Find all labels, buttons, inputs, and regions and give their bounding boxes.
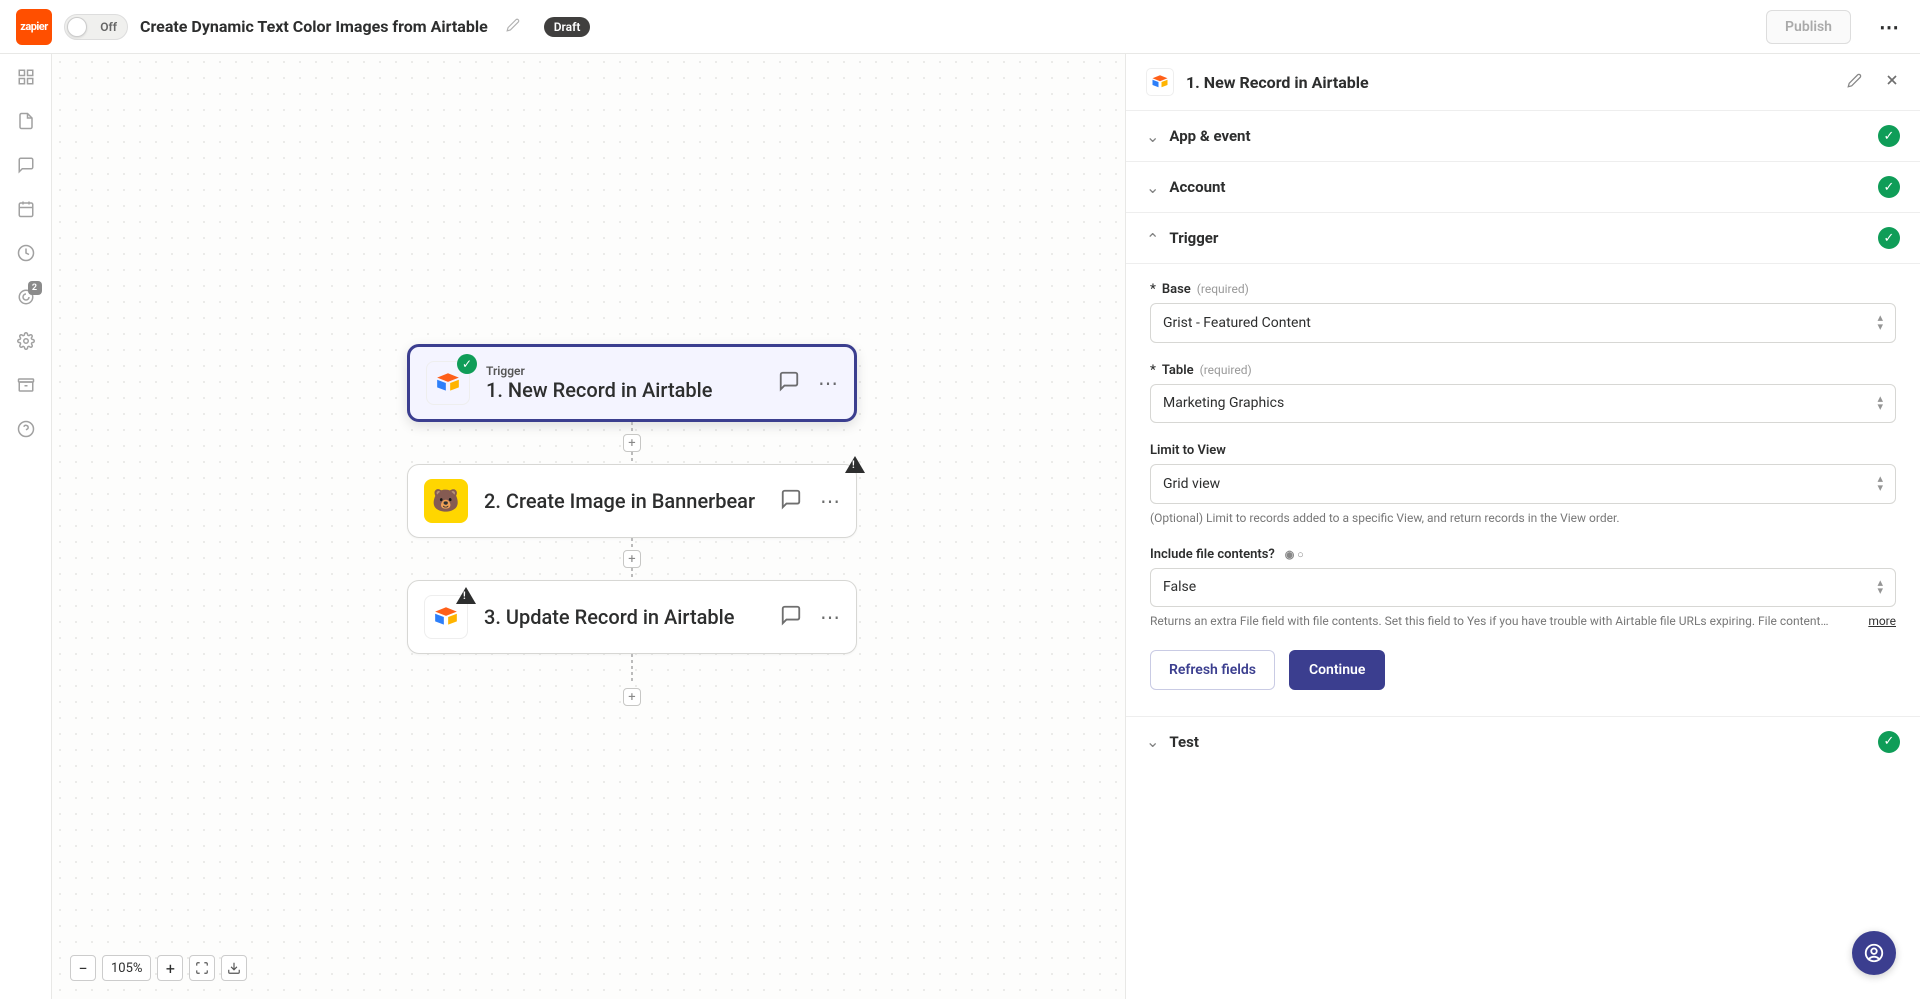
add-step-button[interactable]: + (623, 550, 641, 568)
field-hint: Returns an extra File field with file co… (1150, 613, 1896, 630)
table-dropdown[interactable]: Marketing Graphics ▴▾ (1150, 384, 1896, 424)
help-icon[interactable] (15, 418, 37, 440)
check-icon: ✓ (1878, 731, 1900, 753)
base-dropdown[interactable]: Grist - Featured Content ▴▾ (1150, 303, 1896, 343)
field-limit-view: Limit to View Grid view ▴▾ (Optional) Li… (1150, 443, 1896, 526)
archive-icon[interactable] (15, 374, 37, 396)
node-title: 1. New Record in Airtable (486, 378, 762, 403)
field-type-radios[interactable]: ◉ ○ (1285, 548, 1304, 561)
flow-node-action-1[interactable]: 🐻 2. Create Image in Bannerbear ⋯ (407, 464, 857, 538)
connector: + (631, 422, 633, 464)
flow-node-action-2[interactable]: 3. Update Record in Airtable ⋯ (407, 580, 857, 654)
close-panel-icon[interactable] (1884, 72, 1900, 92)
more-link[interactable]: more (1868, 613, 1896, 630)
flow-container: ✓ Trigger 1. New Record in Airtable ⋯ + … (407, 344, 857, 706)
grid-icon[interactable] (15, 66, 37, 88)
enable-toggle[interactable]: Off (64, 14, 128, 40)
airtable-icon (424, 595, 468, 639)
limit-view-dropdown[interactable]: Grid view ▴▾ (1150, 464, 1896, 504)
zoom-controls: − 105% + (70, 955, 247, 981)
field-hint: (Optional) Limit to records added to a s… (1150, 510, 1896, 527)
section-app-event[interactable]: ⌄ App & event ✓ (1126, 111, 1920, 162)
comment-icon[interactable] (15, 154, 37, 176)
flow-node-trigger[interactable]: ✓ Trigger 1. New Record in Airtable ⋯ (407, 344, 857, 422)
connector-tail (631, 654, 633, 682)
panel-header: 1. New Record in Airtable (1126, 54, 1920, 111)
zoom-in-button[interactable]: + (157, 955, 183, 981)
status-warn-icon (456, 587, 476, 604)
config-panel: 1. New Record in Airtable ⌄ App & event … (1125, 54, 1920, 999)
node-comment-icon[interactable] (780, 488, 802, 515)
add-step-button[interactable]: + (623, 434, 641, 452)
chevron-down-icon: ⌄ (1146, 732, 1159, 751)
clock-icon[interactable] (15, 242, 37, 264)
field-table: *Table(required) Marketing Graphics ▴▾ (1150, 363, 1896, 424)
fit-screen-button[interactable] (189, 955, 215, 981)
more-menu-icon[interactable]: ⋯ (1875, 11, 1904, 43)
calendar-icon[interactable] (15, 198, 37, 220)
node-more-icon[interactable]: ⋯ (820, 605, 840, 629)
airtable-icon (1146, 68, 1174, 96)
node-kicker: Trigger (486, 364, 762, 378)
toggle-knob (67, 17, 87, 37)
top-bar: zapier Off Create Dynamic Text Color Ima… (0, 0, 1920, 54)
panel-title: 1. New Record in Airtable (1186, 73, 1825, 92)
caret-icon: ▴▾ (1877, 475, 1883, 493)
trigger-section-body: *Base(required) Grist - Featured Content… (1126, 264, 1920, 717)
zapier-logo[interactable]: zapier (16, 9, 52, 45)
check-icon: ✓ (1878, 125, 1900, 147)
airtable-icon: ✓ (426, 361, 470, 405)
caret-icon: ▴▾ (1877, 395, 1883, 413)
chevron-down-icon: ⌄ (1146, 178, 1159, 197)
versions-icon[interactable]: 2 (15, 286, 37, 308)
toggle-label: Off (100, 20, 117, 34)
field-file-contents: Include file contents?◉ ○ False ▴▾ Retur… (1150, 547, 1896, 630)
zoom-out-button[interactable]: − (70, 955, 96, 981)
check-icon: ✓ (1878, 176, 1900, 198)
rename-step-icon[interactable] (1847, 73, 1862, 92)
node-title: 2. Create Image in Bannerbear (484, 489, 764, 514)
continue-button[interactable]: Continue (1289, 650, 1385, 690)
node-comment-icon[interactable] (780, 604, 802, 631)
node-title: 3. Update Record in Airtable (484, 605, 764, 630)
connector: + (631, 538, 633, 580)
status-warn-icon (845, 456, 865, 473)
help-fab[interactable] (1852, 931, 1896, 975)
caret-icon: ▴▾ (1877, 314, 1883, 332)
check-icon: ✓ (1878, 227, 1900, 249)
node-comment-icon[interactable] (778, 370, 800, 397)
document-icon[interactable] (15, 110, 37, 132)
edit-title-icon[interactable] (506, 17, 520, 36)
section-account[interactable]: ⌄ Account ✓ (1126, 162, 1920, 213)
settings-icon[interactable] (15, 330, 37, 352)
caret-icon: ▴▾ (1877, 579, 1883, 597)
add-step-button[interactable]: + (623, 688, 641, 706)
status-check-icon: ✓ (457, 354, 477, 374)
publish-button[interactable]: Publish (1766, 10, 1851, 44)
refresh-fields-button[interactable]: Refresh fields (1150, 650, 1275, 690)
chevron-up-icon: ⌄ (1146, 229, 1159, 248)
file-contents-dropdown[interactable]: False ▴▾ (1150, 568, 1896, 608)
section-test[interactable]: ⌄ Test ✓ (1126, 717, 1920, 767)
zoom-value[interactable]: 105% (102, 955, 151, 981)
left-rail: 2 (0, 54, 52, 999)
bannerbear-icon: 🐻 (424, 479, 468, 523)
download-button[interactable] (221, 955, 247, 981)
section-trigger[interactable]: ⌄ Trigger ✓ (1126, 213, 1920, 264)
node-more-icon[interactable]: ⋯ (820, 489, 840, 513)
status-badge: Draft (544, 17, 591, 37)
zap-title: Create Dynamic Text Color Images from Ai… (140, 17, 488, 36)
canvas[interactable]: ✓ Trigger 1. New Record in Airtable ⋯ + … (52, 54, 1125, 999)
chevron-down-icon: ⌄ (1146, 127, 1159, 146)
node-more-icon[interactable]: ⋯ (818, 371, 838, 395)
field-base: *Base(required) Grist - Featured Content… (1150, 282, 1896, 343)
